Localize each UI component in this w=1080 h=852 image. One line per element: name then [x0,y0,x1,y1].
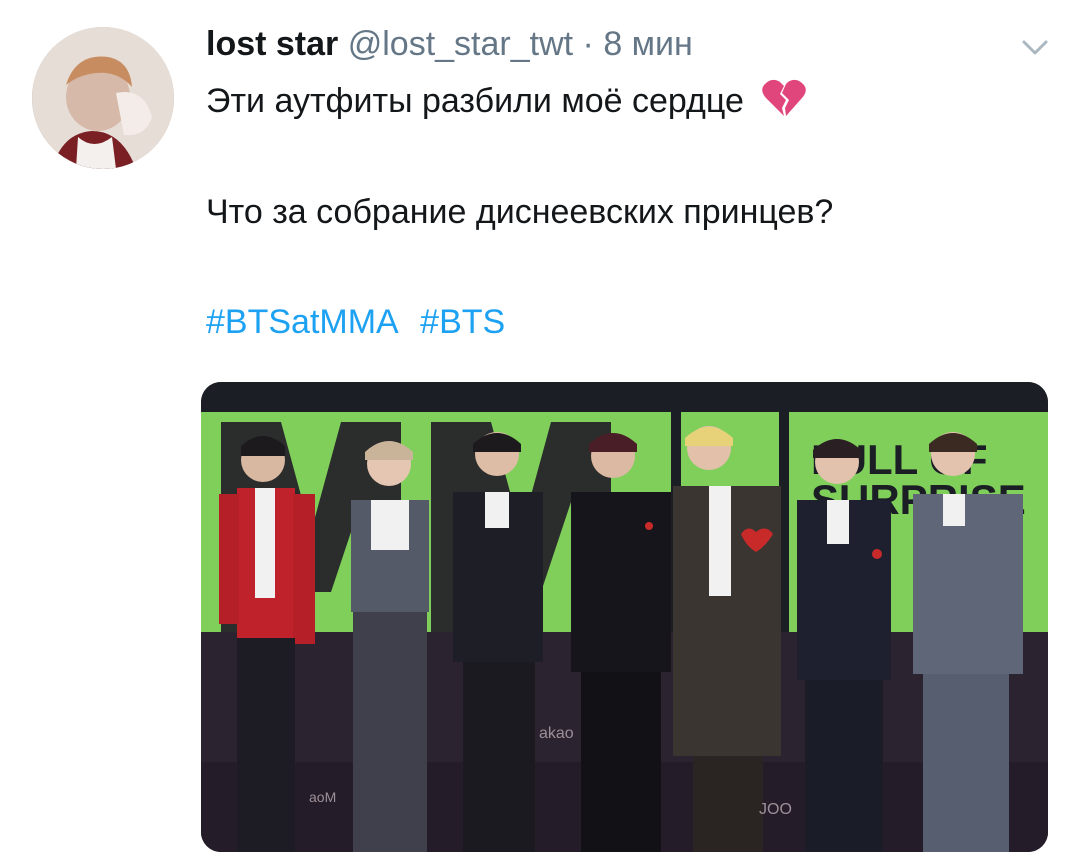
floor-watermark: akao [539,725,574,742]
floor-watermark: aoM [309,789,336,805]
person-figure [351,441,429,852]
chevron-down-icon[interactable] [1018,34,1052,60]
person-figure [913,432,1023,852]
person-figure [797,439,891,852]
separator-dot: · [582,25,594,63]
hashtag-link[interactable]: #BTS [420,303,505,341]
floor-watermark: JOO [759,801,792,818]
hashtag-link[interactable]: #BTSatMMA [206,303,399,341]
tweet-media-photo[interactable]: FULL OF SURPRISE [201,382,1048,852]
hashtag-list: #BTSatMMA #BTS [206,300,517,344]
person-figure [571,433,671,852]
tweet-timestamp[interactable]: 8 мин [603,25,693,63]
tweet-header: lost star @lost_star_twt · 8 мин [206,22,693,66]
broken-heart-icon [762,79,807,116]
person-figure [453,432,543,852]
tweet-text: Эти аутфиты разбили моё сердце [206,82,744,120]
tweet-text-line-2: Что за собрание диснеевских принцев? [206,193,834,231]
avatar[interactable] [32,27,174,169]
author-handle[interactable]: @lost_star_twt [348,25,573,63]
tweet-text-line-1: Эти аутфиты разбили моё сердце [206,78,807,123]
author-display-name[interactable]: lost star [206,25,338,63]
